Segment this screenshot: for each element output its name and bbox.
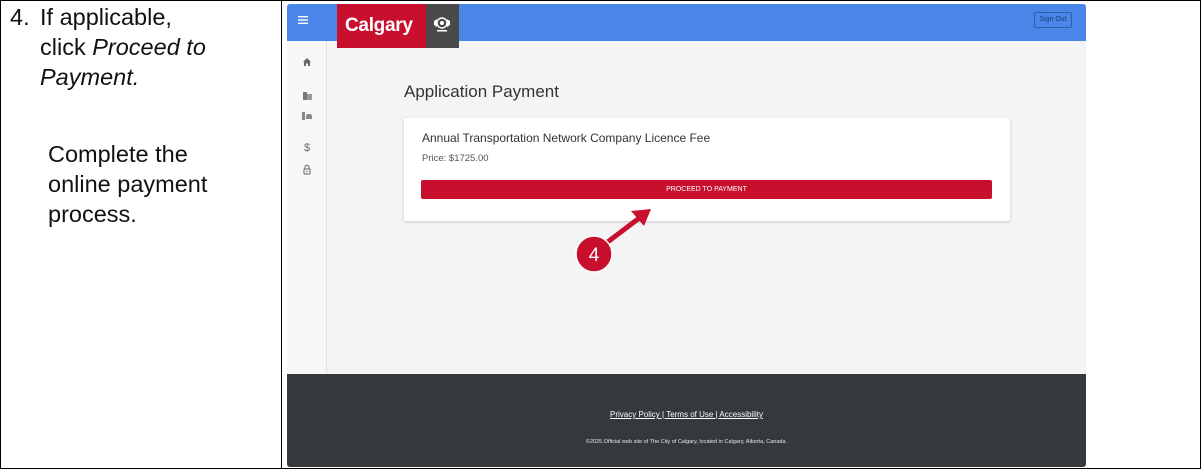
privacy-policy-link[interactable]: Privacy Policy xyxy=(610,410,660,419)
step-line-2-emphasis: Proceed to xyxy=(92,34,206,60)
accessibility-link[interactable]: Accessibility xyxy=(719,410,763,419)
table-column-divider xyxy=(281,0,282,469)
step-callout: 4 xyxy=(575,209,651,273)
table-border-top xyxy=(0,0,1201,1)
footer-links: Privacy Policy | Terms of Use | Accessib… xyxy=(287,410,1086,419)
terms-of-use-link[interactable]: Terms of Use xyxy=(666,410,713,419)
site-footer: Privacy Policy | Terms of Use | Accessib… xyxy=(287,374,1086,467)
step-line-3: Payment. xyxy=(40,64,140,90)
copyright-text: ©2025.Official web site of The City of C… xyxy=(585,439,788,445)
step-line-6: process. xyxy=(48,201,137,227)
callout-number: 4 xyxy=(589,245,600,266)
step-line-5: online payment xyxy=(48,171,208,197)
step-line-2-prefix: click xyxy=(40,34,93,60)
callout-arrow-shaft xyxy=(602,213,645,247)
step-line-4: Complete the xyxy=(48,141,188,167)
step-line-2: click Proceed to xyxy=(40,32,206,62)
app-screenshot: Sign Out Calgary $ Application Payment A… xyxy=(287,4,1086,467)
step-line-1: If applicable, xyxy=(40,4,172,30)
table-border-left xyxy=(0,0,1,469)
step-number: 4. xyxy=(10,4,30,30)
